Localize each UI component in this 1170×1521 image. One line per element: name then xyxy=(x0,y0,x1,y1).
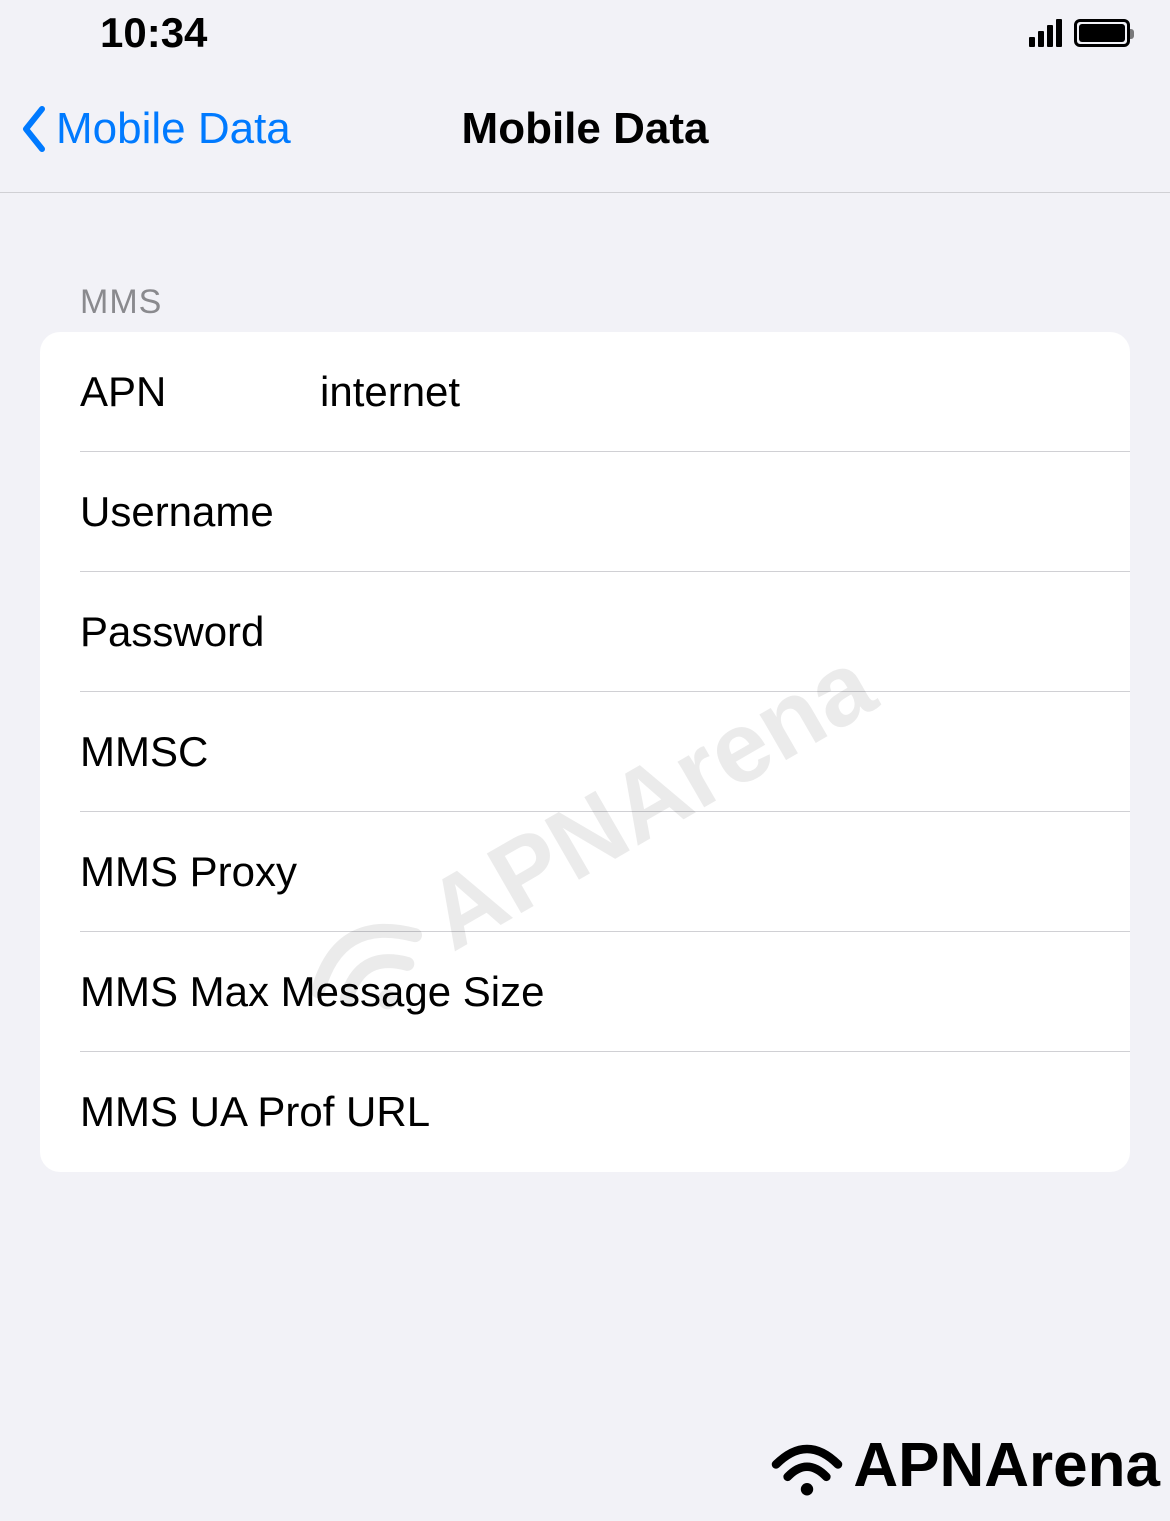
password-label: Password xyxy=(80,608,320,656)
username-row[interactable]: Username xyxy=(40,452,1130,572)
mms-ua-prof-url-row[interactable]: MMS UA Prof URL xyxy=(40,1052,1130,1172)
page-title: Mobile Data xyxy=(462,104,709,154)
mmsc-label: MMSC xyxy=(80,728,320,776)
mms-ua-prof-url-input[interactable] xyxy=(430,1088,1090,1136)
wifi-icon xyxy=(767,1435,847,1497)
back-button[interactable]: Mobile Data xyxy=(0,104,291,154)
mms-max-size-input[interactable] xyxy=(544,968,1090,1016)
section-header-mms: MMS xyxy=(40,193,1130,332)
battery-icon xyxy=(1074,19,1130,47)
apn-input[interactable] xyxy=(320,368,1090,416)
password-row[interactable]: Password xyxy=(40,572,1130,692)
mms-proxy-input[interactable] xyxy=(320,848,1090,896)
password-input[interactable] xyxy=(320,608,1090,656)
mms-max-size-label: MMS Max Message Size xyxy=(80,968,544,1016)
status-icons xyxy=(1029,19,1130,47)
footer-brand-text: APNArena xyxy=(853,1430,1160,1501)
mms-ua-prof-url-label: MMS UA Prof URL xyxy=(80,1088,430,1136)
mmsc-row[interactable]: MMSC xyxy=(40,692,1130,812)
chevron-left-icon xyxy=(20,105,48,153)
apn-row[interactable]: APN xyxy=(40,332,1130,452)
mms-settings-group: APN Username Password MMSC MMS Proxy MMS… xyxy=(40,332,1130,1172)
mms-proxy-row[interactable]: MMS Proxy xyxy=(40,812,1130,932)
apn-label: APN xyxy=(80,368,320,416)
mms-max-size-row[interactable]: MMS Max Message Size xyxy=(40,932,1130,1052)
status-time: 10:34 xyxy=(100,9,207,57)
username-label: Username xyxy=(80,488,320,536)
status-bar: 10:34 xyxy=(0,0,1170,66)
back-button-label: Mobile Data xyxy=(56,104,291,154)
username-input[interactable] xyxy=(320,488,1090,536)
footer-brand: APNArena xyxy=(767,1430,1160,1501)
navigation-bar: Mobile Data Mobile Data xyxy=(0,66,1170,193)
cellular-signal-icon xyxy=(1029,19,1062,47)
mms-proxy-label: MMS Proxy xyxy=(80,848,320,896)
mmsc-input[interactable] xyxy=(320,728,1090,776)
